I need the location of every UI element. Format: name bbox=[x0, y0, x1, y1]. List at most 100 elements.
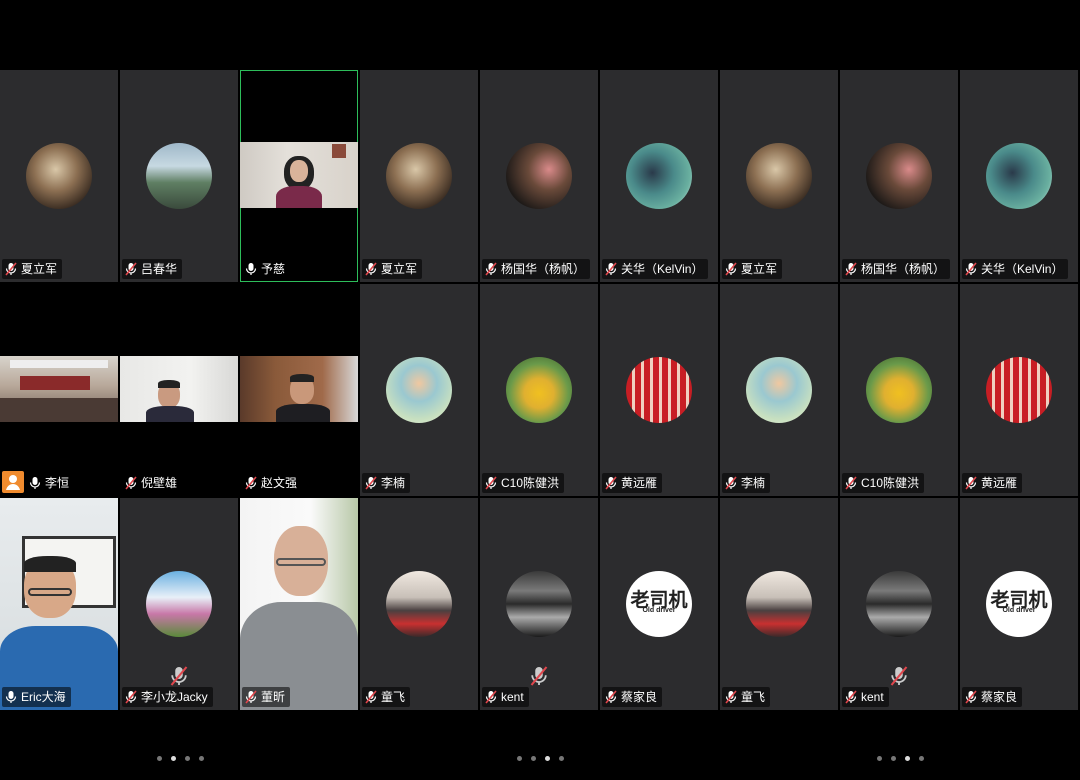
participant-tile[interactable]: 夏立军 bbox=[360, 70, 478, 282]
participant-name: 夏立军 bbox=[741, 262, 778, 276]
participant-tile[interactable]: 黄远雁 bbox=[600, 284, 718, 496]
participant-name: C10陈健洪 bbox=[501, 476, 560, 490]
mic-muted-icon bbox=[845, 476, 857, 490]
page-dot[interactable] bbox=[199, 756, 204, 761]
mic-muted-icon bbox=[5, 262, 17, 276]
participant-tile[interactable]: 杨国华（杨帆） bbox=[840, 70, 958, 282]
participant-tile[interactable]: 杨国华（杨帆） bbox=[480, 70, 598, 282]
avatar bbox=[506, 357, 572, 423]
mic-muted-icon bbox=[245, 690, 257, 704]
avatar bbox=[146, 571, 212, 637]
participant-tile[interactable]: C10陈健洪 bbox=[840, 284, 958, 496]
participant-tile[interactable]: 倪壁雄 bbox=[120, 284, 238, 496]
participant-label: 李楠 bbox=[722, 473, 771, 493]
video-feed bbox=[240, 142, 358, 208]
participant-label: 黄远雁 bbox=[602, 473, 663, 493]
participant-label: 关华（KelVin） bbox=[602, 259, 709, 279]
logo-avatar: 老司机 Old driver bbox=[986, 571, 1052, 637]
participant-label: 董昕 bbox=[242, 687, 291, 707]
page-dot[interactable] bbox=[185, 756, 190, 761]
mic-muted-icon bbox=[125, 690, 137, 704]
avatar bbox=[26, 143, 92, 209]
avatar bbox=[866, 357, 932, 423]
logo-subtext: Old driver bbox=[642, 607, 676, 614]
page-dot-active[interactable] bbox=[905, 756, 910, 761]
participant-label: 夏立军 bbox=[362, 259, 423, 279]
avatar bbox=[866, 143, 932, 209]
participant-name: 关华（KelVin） bbox=[981, 262, 1064, 276]
participant-tile[interactable]: 李恒 bbox=[0, 284, 118, 496]
page-dot-active[interactable] bbox=[545, 756, 550, 761]
participant-tile[interactable]: 关华（KelVin） bbox=[960, 70, 1078, 282]
participant-name: 夏立军 bbox=[21, 262, 58, 276]
page-indicator-middle[interactable] bbox=[517, 756, 564, 764]
participant-tile[interactable]: 夏立军 bbox=[720, 70, 838, 282]
participant-label: 蔡家良 bbox=[602, 687, 663, 707]
participant-tile[interactable]: 老司机 Old driver 蔡家良 bbox=[960, 498, 1078, 710]
mic-muted-icon bbox=[890, 666, 908, 686]
participant-name: 吕春华 bbox=[141, 262, 178, 276]
mic-muted-icon bbox=[170, 666, 188, 686]
participant-label: 夏立军 bbox=[2, 259, 63, 279]
participant-tile[interactable]: 童飞 bbox=[720, 498, 838, 710]
page-dot[interactable] bbox=[877, 756, 882, 761]
participant-label: 杨国华（杨帆） bbox=[842, 259, 951, 279]
logo-avatar: 老司机 Old driver bbox=[626, 571, 692, 637]
participant-tile[interactable]: kent bbox=[480, 498, 598, 710]
page-dot[interactable] bbox=[891, 756, 896, 761]
mic-icon bbox=[29, 477, 41, 489]
participant-tile[interactable]: 吕春华 bbox=[120, 70, 238, 282]
avatar bbox=[386, 357, 452, 423]
mic-muted-icon bbox=[365, 690, 377, 704]
participant-label: 夏立军 bbox=[722, 259, 783, 279]
participant-name: 童飞 bbox=[741, 690, 766, 704]
page-dot[interactable] bbox=[559, 756, 564, 761]
participant-tile[interactable]: 李楠 bbox=[360, 284, 478, 496]
participant-tile[interactable]: 关华（KelVin） bbox=[600, 70, 718, 282]
participant-tile[interactable]: 赵文强 bbox=[240, 284, 358, 496]
participant-name: 夏立军 bbox=[381, 262, 418, 276]
participant-tile[interactable]: 夏立军 bbox=[0, 70, 118, 282]
mic-muted-icon bbox=[965, 476, 977, 490]
page-dot[interactable] bbox=[919, 756, 924, 761]
page-dot[interactable] bbox=[157, 756, 162, 761]
participant-tile[interactable]: 李楠 bbox=[720, 284, 838, 496]
participant-name: 关华（KelVin） bbox=[621, 262, 704, 276]
page-dot[interactable] bbox=[517, 756, 522, 761]
participant-name: 杨国华（杨帆） bbox=[501, 262, 586, 276]
participant-name: kent bbox=[501, 690, 524, 704]
participant-tile-active-speaker[interactable]: 予慈 bbox=[240, 70, 358, 282]
avatar bbox=[506, 571, 572, 637]
participant-tile[interactable]: Eric大海 bbox=[0, 498, 118, 710]
participant-label: kent bbox=[842, 687, 889, 707]
avatar bbox=[746, 143, 812, 209]
participant-tile[interactable]: 童飞 bbox=[360, 498, 478, 710]
participant-label: kent bbox=[482, 687, 529, 707]
page-indicator-left[interactable] bbox=[157, 756, 204, 764]
participant-name: 黄远雁 bbox=[621, 476, 658, 490]
mic-muted-icon bbox=[485, 476, 497, 490]
participant-tile[interactable]: 老司机 Old driver 蔡家良 bbox=[600, 498, 718, 710]
participant-label: Eric大海 bbox=[2, 687, 71, 707]
participant-name: 赵文强 bbox=[261, 476, 298, 490]
avatar bbox=[866, 571, 932, 637]
participant-tile[interactable]: 李小龙Jacky bbox=[120, 498, 238, 710]
avatar bbox=[506, 143, 572, 209]
participant-tile[interactable]: C10陈健洪 bbox=[480, 284, 598, 496]
video-grid: 夏立军 吕春华 予慈 夏立军 杨国华（杨帆） 关华（KelVin） 夏立军 杨国… bbox=[0, 70, 1080, 710]
participant-label: 赵文强 bbox=[242, 473, 303, 493]
participant-name: 李楠 bbox=[381, 476, 406, 490]
mic-muted-icon bbox=[605, 262, 617, 276]
participant-tile[interactable]: kent bbox=[840, 498, 958, 710]
avatar bbox=[386, 143, 452, 209]
page-dot-active[interactable] bbox=[171, 756, 176, 761]
page-indicator-right[interactable] bbox=[877, 756, 924, 764]
participant-label: 李小龙Jacky bbox=[122, 687, 213, 707]
page-dot[interactable] bbox=[531, 756, 536, 761]
participant-tile[interactable]: 黄远雁 bbox=[960, 284, 1078, 496]
host-badge-icon bbox=[2, 471, 24, 493]
mic-muted-icon bbox=[605, 690, 617, 704]
participant-name: 予慈 bbox=[261, 262, 286, 276]
mic-muted-icon bbox=[725, 262, 737, 276]
participant-tile[interactable]: 董昕 bbox=[240, 498, 358, 710]
